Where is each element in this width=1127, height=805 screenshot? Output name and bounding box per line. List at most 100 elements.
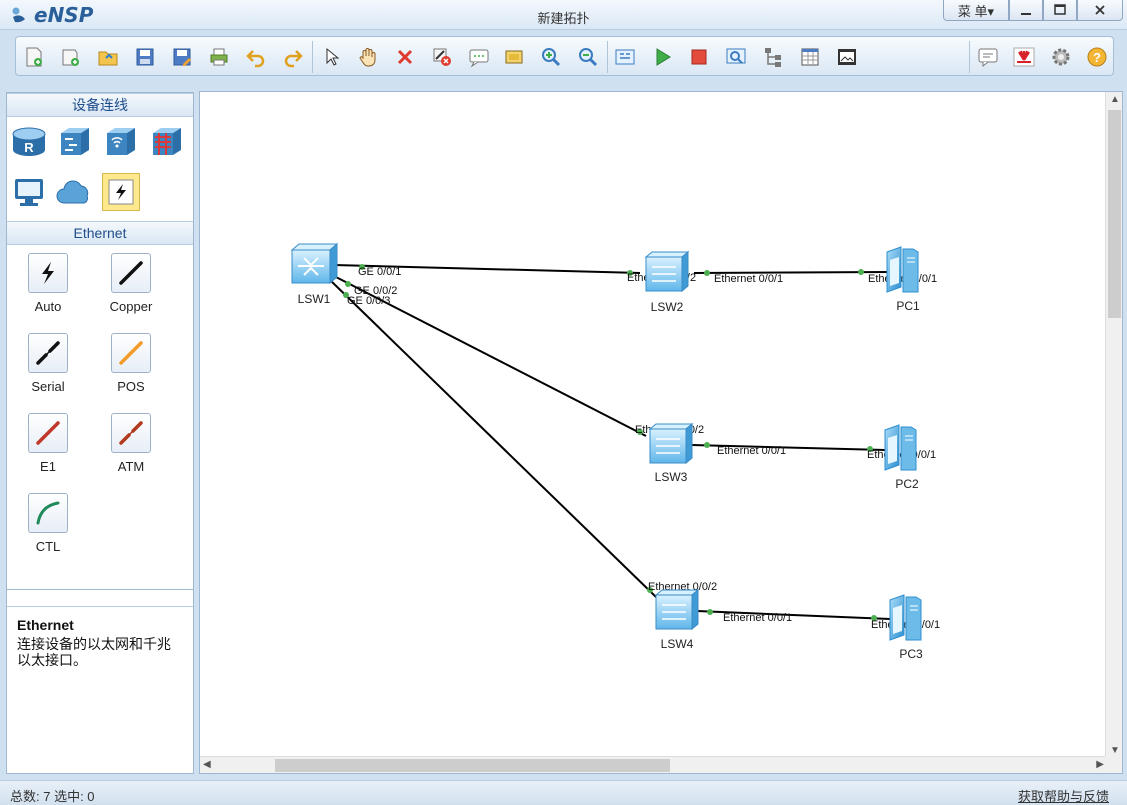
scroll-up-icon[interactable]: ▲ [1110,94,1120,105]
new-topology-button[interactable] [22,45,46,69]
play-icon [656,48,671,66]
stop-device-button[interactable] [687,45,711,69]
pan-button[interactable] [356,45,380,69]
text-note-button[interactable] [467,45,491,69]
connection-label: Serial [31,379,65,394]
atm-link-icon [119,421,143,445]
scroll-right-icon[interactable]: ▶ [1096,759,1104,770]
zoom-out-icon [579,48,598,67]
connection-label: Auto [34,299,62,314]
device-lsw4[interactable]: LSW4 [654,588,700,651]
device-pc1[interactable]: PC1 [886,246,920,313]
pc-monitor-icon [15,179,43,206]
select-button[interactable] [319,45,343,69]
text-note-icon [469,49,489,68]
new-lab-button[interactable] [59,45,83,69]
help-button[interactable]: ? [1085,45,1109,69]
zoom-in-button[interactable] [539,45,563,69]
scroll-left-icon[interactable]: ◀ [203,759,211,770]
print-button[interactable] [207,45,231,69]
save-icon [136,48,154,66]
port-label: Ethernet 0/0/1 [714,273,783,285]
fit-view-icon [615,49,635,65]
toolbar-separator [969,41,970,73]
topology-canvas[interactable]: GE 0/0/1 Ethernet 0/0/2 GE 0/0/2 Etherne… [199,91,1123,774]
help-feedback-link[interactable]: 获取帮助与反馈 [1018,786,1109,805]
switch-icon [61,128,89,155]
window-controls: 菜 单▾ [943,0,1123,21]
firewall-category[interactable] [148,123,186,161]
pc-category[interactable] [10,173,48,211]
gear-icon [1052,48,1070,66]
device-lsw1[interactable]: LSW1 [290,242,339,306]
connection-ctl[interactable]: CTL [18,493,78,554]
switch-icon [648,422,694,465]
wlan-category[interactable] [102,123,140,161]
device-lsw3[interactable]: LSW3 [648,422,694,484]
zoom-out-button[interactable] [576,45,600,69]
device-panel: 设备连线 R Ethernet Auto Copper Serial POS E… [6,92,194,774]
port-label: GE 0/0/1 [358,266,401,278]
redo-button[interactable] [281,45,305,69]
router-icon: R [12,127,46,156]
pointer-icon [326,47,340,66]
router-category[interactable]: R [10,123,48,161]
connection-pos[interactable]: POS [101,333,161,394]
hand-icon [359,48,376,67]
connection-atm[interactable]: ATM [101,413,161,474]
switch-category[interactable] [56,123,94,161]
maximize-button[interactable] [1043,0,1077,21]
menu-button[interactable]: 菜 单▾ [943,0,1009,21]
delete-button[interactable] [393,45,417,69]
vertical-scroll-thumb[interactable] [1108,110,1121,318]
vertical-scrollbar[interactable]: ▲ ▼ [1105,92,1122,758]
screenshot-button[interactable] [835,45,859,69]
close-icon [1095,5,1105,15]
device-pc3[interactable]: PC3 [889,594,923,661]
screenshot-icon [838,49,856,65]
help-icon: ? [1087,47,1107,67]
horizontal-scroll-thumb[interactable] [275,759,670,772]
chat-button[interactable] [976,45,1000,69]
svg-text:R: R [24,140,34,155]
undo-icon [246,50,265,68]
start-device-button[interactable] [650,45,674,69]
capture-button[interactable] [724,45,748,69]
grid-button[interactable] [798,45,822,69]
connection-copper[interactable]: Copper [101,253,161,314]
minimize-button[interactable] [1009,0,1043,21]
device-label: PC3 [899,647,923,661]
switch-icon [654,588,700,631]
huawei-button[interactable] [1012,45,1036,69]
open-button[interactable] [96,45,120,69]
topology-view-button[interactable] [761,45,785,69]
switch-icon [644,250,690,293]
e1-link-icon [36,421,60,445]
minimize-icon [1021,13,1031,15]
ctl-link-icon [36,501,60,525]
pc-icon [889,594,922,641]
horizontal-scrollbar[interactable]: ◀ ▶ [200,756,1107,773]
link-lsw1-lsw2[interactable]: GE 0/0/1 Ethernet 0/0/2 [333,264,696,284]
auto-link-icon [42,262,54,284]
scroll-down-icon[interactable]: ▼ [1110,745,1120,756]
connection-category[interactable] [102,173,140,211]
close-button[interactable] [1077,0,1123,21]
stop-icon [691,49,707,65]
connection-serial[interactable]: Serial [18,333,78,394]
save-as-button[interactable] [170,45,194,69]
connection-auto[interactable]: Auto [18,253,78,314]
connection-e1[interactable]: E1 [18,413,78,474]
fit-view-button[interactable] [613,45,637,69]
toolbar-separator [312,41,313,73]
device-pc2[interactable]: PC2 [884,424,919,491]
selection-count: 总数: 7 选中: 0 [10,789,95,804]
device-lsw2[interactable]: LSW2 [644,250,690,314]
save-button[interactable] [133,45,157,69]
cloud-category[interactable] [56,173,94,211]
undo-button[interactable] [244,45,268,69]
new-lab-icon [62,49,79,66]
settings-button[interactable] [1049,45,1073,69]
palette-button[interactable] [502,45,526,69]
delete-link-button[interactable] [430,45,454,69]
